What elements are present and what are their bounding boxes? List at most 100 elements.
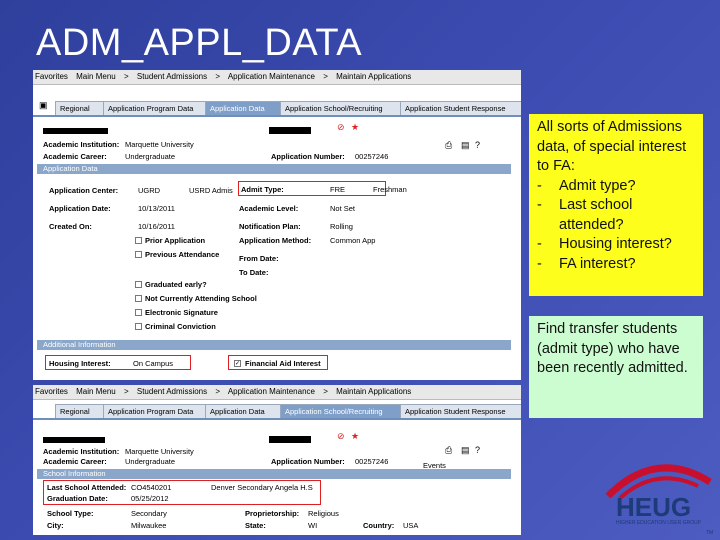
academic-career-label: Academic Career: <box>43 152 107 161</box>
application-number-label: Application Number: <box>271 152 345 161</box>
tab-bar: Regional Application Program Data Applic… <box>33 99 521 117</box>
nav-student-admissions[interactable]: Student Admissions <box>137 387 207 396</box>
tab-regional[interactable]: Regional <box>55 404 105 418</box>
from-date-label: From Date: <box>239 254 279 263</box>
tab-application-data[interactable]: Application Data <box>205 404 283 418</box>
breadcrumb: Favorites Main Menu > Student Admissions… <box>33 70 521 85</box>
tab-application-student-response[interactable]: Application Student Response <box>400 404 521 418</box>
application-date-value[interactable]: 10/13/2011 <box>138 204 175 213</box>
last-school-attended-value[interactable]: CO4540201 <box>131 483 171 492</box>
academic-institution-value: Marquette University <box>125 140 194 149</box>
academic-level-value: Not Set <box>330 204 356 213</box>
tab-application-program-data[interactable]: Application Program Data <box>103 404 208 418</box>
section-additional-information: Additional Information <box>37 340 511 350</box>
list-item-text: FA interest? <box>559 255 636 272</box>
prior-application-checkbox[interactable] <box>135 237 142 244</box>
nav-application-maintenance[interactable]: Application Maintenance <box>228 72 315 81</box>
nav-main-menu[interactable]: Main Menu <box>76 387 116 396</box>
application-number-label: Application Number: <box>271 457 345 466</box>
list-item-text: Housing interest? <box>559 236 672 252</box>
application-center-desc: USRD Admis <box>189 186 233 195</box>
checkbox-label: Not Currently Attending School <box>145 294 257 303</box>
section-school-information: School Information <box>37 469 511 479</box>
last-school-attended-label: Last School Attended: <box>47 483 127 492</box>
financial-aid-interest-checkbox[interactable]: ✓ <box>234 360 241 367</box>
tab-application-data[interactable]: Application Data <box>205 101 283 115</box>
previous-attendance-checkbox[interactable] <box>135 251 142 258</box>
city-value: Milwaukee <box>131 521 167 530</box>
admit-type-desc: Freshman <box>373 185 407 194</box>
redacted-name <box>43 128 108 134</box>
slide-title: ADM_APPL_DATA <box>36 22 363 64</box>
star-icon: ★ <box>351 122 360 132</box>
print-icon[interactable]: ⎙ <box>445 445 452 456</box>
application-number-value: 00257246 <box>355 457 389 466</box>
not-currently-attending-checkbox[interactable] <box>135 295 142 302</box>
academic-career-value: Undergraduate <box>125 152 176 161</box>
help-icon[interactable]: ? <box>475 445 480 455</box>
redacted-name <box>43 437 105 443</box>
checkbox-label: Graduated early? <box>145 280 207 289</box>
callout-admissions-data: All sorts of Admissions data, of special… <box>529 114 703 296</box>
graduated-early-checkbox[interactable] <box>135 281 142 288</box>
warning-icon: ⊘ <box>337 431 345 441</box>
graduation-date-value[interactable]: 05/25/2012 <box>131 494 169 503</box>
admit-type-value[interactable]: FRE <box>330 185 345 194</box>
checkbox-label: Criminal Conviction <box>145 322 216 331</box>
star-icon: ★ <box>351 431 360 441</box>
checkbox-label: Electronic Signature <box>145 308 218 317</box>
callout-text: Find transfer students (admit type) who … <box>537 321 688 376</box>
criminal-conviction-checkbox[interactable] <box>135 323 142 330</box>
nav-separator: > <box>123 387 129 396</box>
notes-icon[interactable]: ▤ <box>461 445 470 456</box>
list-item-text: Admit type? <box>559 177 636 194</box>
housing-interest-value[interactable]: On Campus <box>133 359 173 368</box>
application-number-value: 00257246 <box>355 152 389 161</box>
proprietorship-value: Religious <box>308 509 339 518</box>
electronic-signature-checkbox[interactable] <box>135 309 142 316</box>
notification-plan-label: Notification Plan: <box>239 222 301 231</box>
city-label: City: <box>47 521 64 530</box>
academic-career-label: Academic Career: <box>43 457 107 466</box>
heug-logo: HEUG HIGHER EDUCATION USER GROUP TM <box>598 452 716 538</box>
help-icon[interactable]: ? <box>475 140 480 150</box>
section-application-data: Application Data <box>37 164 511 174</box>
nav-maintain-applications[interactable]: Maintain Applications <box>336 387 411 396</box>
created-on-label: Created On: <box>49 222 92 231</box>
country-label: Country: <box>363 521 395 530</box>
warning-icon: ⊘ <box>337 122 345 132</box>
logo-text: HEUG <box>616 492 692 522</box>
breadcrumb: Favorites Main Menu > Student Admissions… <box>33 385 521 400</box>
housing-interest-label: Housing Interest: <box>49 359 111 368</box>
application-school-screenshot: Favorites Main Menu > Student Admissions… <box>33 385 521 535</box>
proprietorship-label: Proprietorship: <box>245 509 300 518</box>
logo-trademark: TM <box>706 530 714 536</box>
tab-application-school-recruiting[interactable]: Application School/Recruiting <box>280 404 403 418</box>
nav-favorites[interactable]: Favorites <box>35 72 68 81</box>
nav-maintain-applications[interactable]: Maintain Applications <box>336 72 411 81</box>
print-icon[interactable]: ⎙ <box>445 140 452 151</box>
notification-plan-value: Rolling <box>330 222 353 231</box>
nav-student-admissions[interactable]: Student Admissions <box>137 72 207 81</box>
nav-main-menu[interactable]: Main Menu <box>76 72 116 81</box>
application-center-label: Application Center: <box>49 186 119 195</box>
tab-application-program-data[interactable]: Application Program Data <box>103 101 208 115</box>
last-school-attended-desc: Denver Secondary Angela H.S <box>211 483 313 492</box>
application-method-label: Application Method: <box>239 236 312 245</box>
previous-attendance-label: Previous Attendance <box>145 250 220 259</box>
state-label: State: <box>245 521 266 530</box>
notes-icon[interactable]: ▤ <box>461 140 470 151</box>
tab-application-school-recruiting[interactable]: Application School/Recruiting <box>280 101 403 115</box>
academic-level-label: Academic Level: <box>239 204 299 213</box>
academic-institution-label: Academic Institution: <box>43 140 120 149</box>
nav-favorites[interactable]: Favorites <box>35 387 68 396</box>
state-value: WI <box>308 521 318 530</box>
nav-separator: > <box>215 387 221 396</box>
list-item: - Last school attended? <box>537 196 695 235</box>
school-type-value: Secondary <box>131 509 167 518</box>
tab-application-student-response[interactable]: Application Student Response <box>400 101 521 115</box>
nav-application-maintenance[interactable]: Application Maintenance <box>228 387 315 396</box>
application-method-value: Common App <box>330 236 376 245</box>
to-date-label: To Date: <box>239 268 269 277</box>
list-item-text: Last school attended? <box>559 197 633 233</box>
